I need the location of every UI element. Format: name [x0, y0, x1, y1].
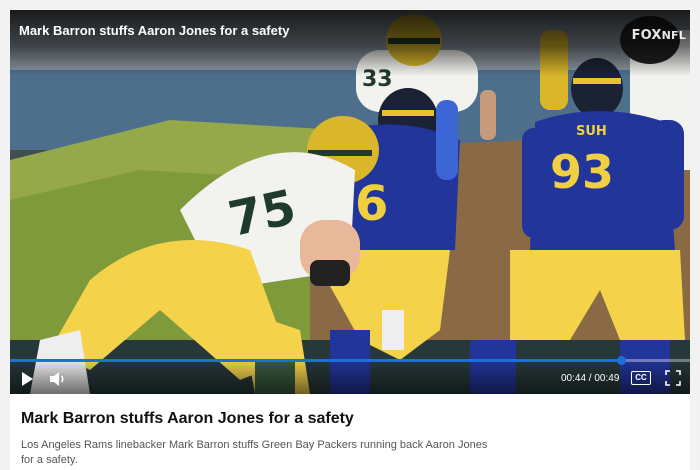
- video-title-overlay: Mark Barron stuffs Aaron Jones for a saf…: [10, 10, 690, 76]
- video-title: Mark Barron stuffs Aaron Jones for a saf…: [19, 23, 290, 38]
- progress-bar[interactable]: [10, 356, 690, 365]
- jersey-number: 6: [355, 176, 388, 232]
- progress-bar-fill: [10, 359, 621, 362]
- nfl-logo-text: NFL: [661, 29, 686, 42]
- progress-bar-handle[interactable]: [616, 356, 626, 365]
- jersey-number: 93: [550, 145, 614, 199]
- closed-captions-button[interactable]: CC: [631, 371, 651, 385]
- play-icon: [22, 372, 33, 386]
- fullscreen-button[interactable]: [665, 370, 681, 386]
- video-player[interactable]: 33 SUH 93 6 75 Mark Barron stuffs Aaron …: [10, 10, 690, 394]
- fox-nfl-logo: FOXNFL: [632, 28, 686, 43]
- article-description: Los Angeles Rams linebacker Mark Barron …: [21, 439, 488, 466]
- fox-logo-text: FOX: [631, 28, 662, 43]
- time-display: 00:44 / 00:49: [561, 373, 620, 384]
- volume-button[interactable]: [48, 370, 68, 388]
- play-button[interactable]: [18, 370, 36, 388]
- fullscreen-icon: [665, 370, 681, 386]
- volume-icon: [50, 372, 64, 386]
- video-card: 33 SUH 93 6 75 Mark Barron stuffs Aaron …: [10, 10, 690, 470]
- article-headline: Mark Barron stuffs Aaron Jones for a saf…: [21, 410, 354, 427]
- jersey-nameplate: SUH: [576, 124, 607, 139]
